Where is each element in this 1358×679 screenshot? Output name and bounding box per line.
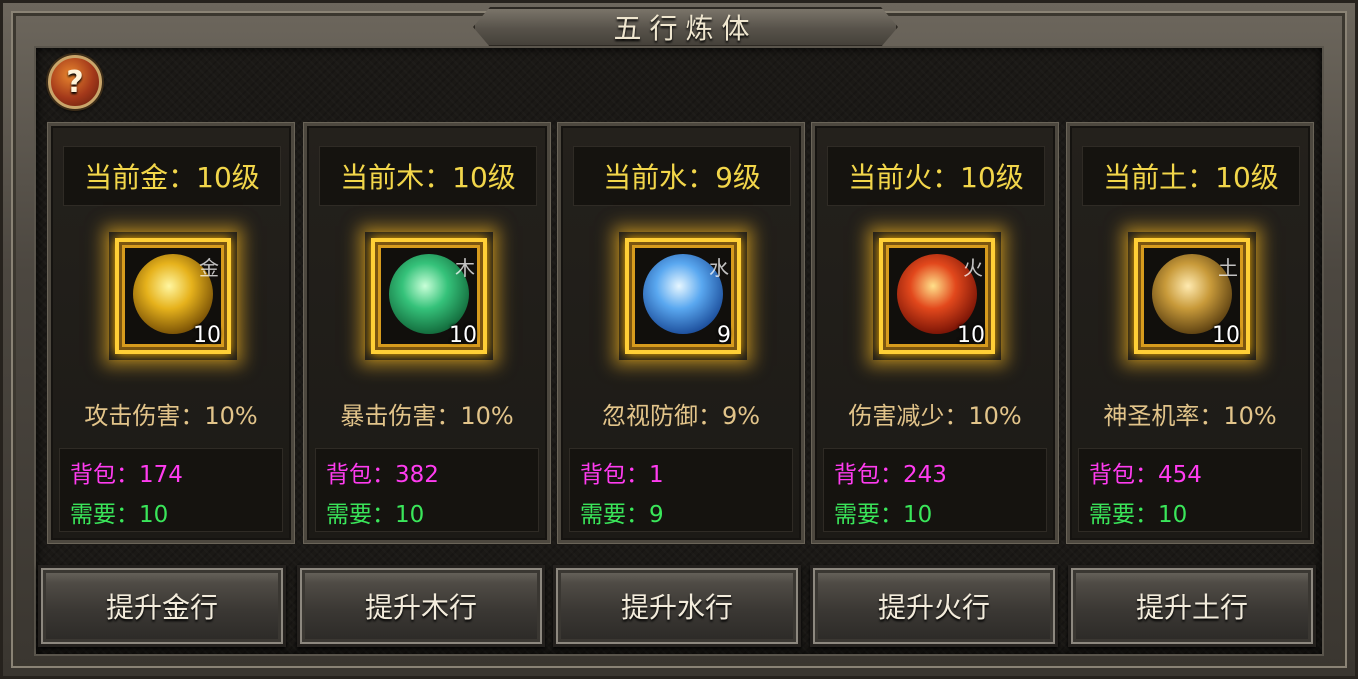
orb-glyph: 水: [709, 256, 729, 280]
stock-box: 背包：454 需要：10: [1078, 448, 1302, 532]
item-count: 10: [1212, 323, 1240, 348]
orb-glyph: 金: [199, 256, 219, 280]
orb-glyph: 土: [1218, 256, 1238, 280]
stock-box: 背包：1 需要：9: [569, 448, 793, 532]
question-icon: ?: [66, 64, 84, 100]
effect-label: 神圣机率：10%: [1103, 402, 1277, 430]
bag-count: 背包：382: [326, 462, 439, 488]
water-item-icon[interactable]: 水 9: [625, 238, 741, 354]
orb-glyph: 火: [963, 256, 983, 280]
window-title: 五行炼体: [613, 12, 758, 45]
element-card-earth: 当前土：10级 土 10 神圣机率：10% 背包：454 需要：10: [1067, 123, 1313, 543]
stock-box: 背包：174 需要：10: [59, 448, 283, 532]
effect-label: 攻击伤害：10%: [84, 402, 258, 430]
need-count: 需要：9: [580, 502, 664, 528]
upgrade-wood-button[interactable]: 提升木行: [297, 565, 545, 647]
effect-label: 暴击伤害：10%: [340, 402, 514, 430]
item-count: 10: [449, 323, 477, 348]
level-label: 当前土：10级: [1082, 146, 1300, 206]
bag-count: 背包：454: [1089, 462, 1202, 488]
item-count: 9: [717, 323, 731, 348]
element-card-water: 当前水：9级 水 9 忽视防御：9% 背包：1 需要：9: [558, 123, 804, 543]
help-button[interactable]: ?: [48, 55, 102, 109]
bag-count: 背包：174: [70, 462, 183, 488]
need-count: 需要：10: [1089, 502, 1188, 528]
need-count: 需要：10: [834, 502, 933, 528]
wood-item-icon[interactable]: 木 10: [371, 238, 487, 354]
level-label: 当前水：9级: [573, 146, 791, 206]
orb-glyph: 木: [455, 256, 475, 280]
element-card-wood: 当前木：10级 木 10 暴击伤害：10% 背包：382 需要：10: [304, 123, 550, 543]
bag-count: 背包：243: [834, 462, 947, 488]
effect-label: 伤害减少：10%: [848, 402, 1022, 430]
title-plate: 五行炼体: [473, 7, 898, 47]
upgrade-fire-button[interactable]: 提升火行: [810, 565, 1058, 647]
need-count: 需要：10: [326, 502, 425, 528]
upgrade-earth-button[interactable]: 提升土行: [1068, 565, 1316, 647]
item-count: 10: [193, 323, 221, 348]
upgrade-water-button[interactable]: 提升水行: [553, 565, 801, 647]
level-label: 当前木：10级: [319, 146, 537, 206]
element-card-fire: 当前火：10级 火 10 伤害减少：10% 背包：243 需要：10: [812, 123, 1058, 543]
need-count: 需要：10: [70, 502, 169, 528]
element-card-metal: 当前金：10级 金 10 攻击伤害：10% 背包：174 需要：10: [48, 123, 294, 543]
stock-box: 背包：382 需要：10: [315, 448, 539, 532]
bag-count: 背包：1: [580, 462, 664, 488]
upgrade-metal-button[interactable]: 提升金行: [38, 565, 286, 647]
level-label: 当前金：10级: [63, 146, 281, 206]
level-label: 当前火：10级: [827, 146, 1045, 206]
metal-item-icon[interactable]: 金 10: [115, 238, 231, 354]
stock-box: 背包：243 需要：10: [823, 448, 1047, 532]
earth-item-icon[interactable]: 土 10: [1134, 238, 1250, 354]
fire-item-icon[interactable]: 火 10: [879, 238, 995, 354]
item-count: 10: [957, 323, 985, 348]
effect-label: 忽视防御：9%: [601, 402, 761, 430]
